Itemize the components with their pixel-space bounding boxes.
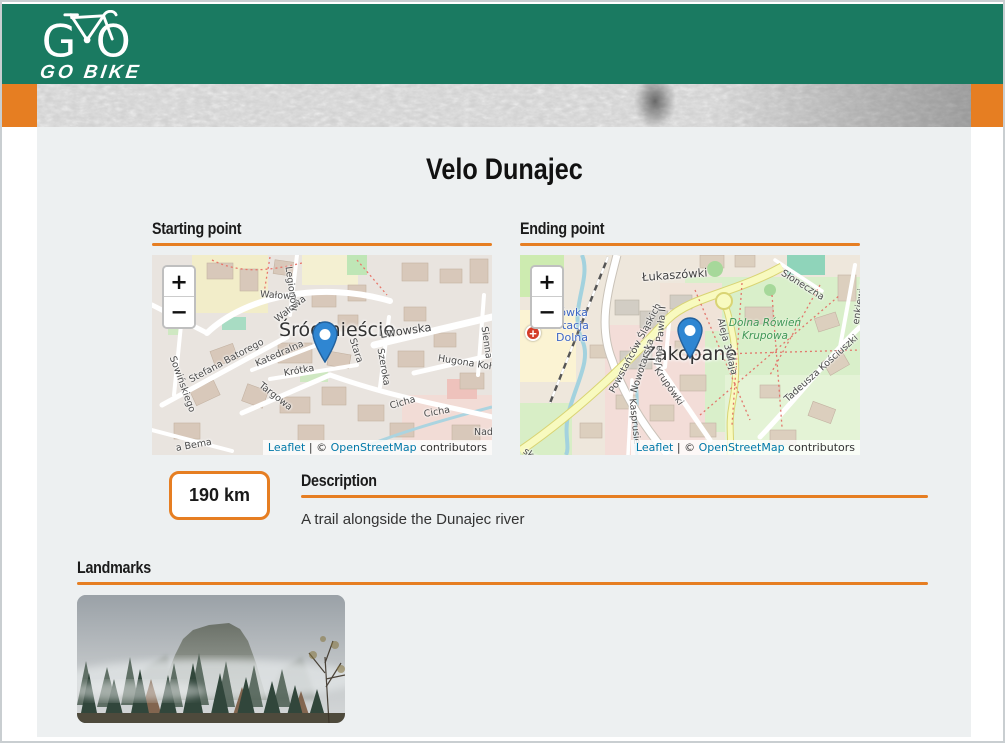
osm-link[interactable]: OpenStreetMap [331,441,417,454]
map-marker-icon[interactable] [312,321,338,368]
copyright-symbol: © [684,441,695,454]
zoom-in-button[interactable]: + [532,267,562,297]
attribution-separator: | [309,441,313,454]
starting-point-section: Starting point [152,219,492,455]
road-texture-banner [37,84,971,127]
osm-link[interactable]: OpenStreetMap [699,441,785,454]
app-header: G O GO BIKE [2,4,1003,84]
map-attribution: Leaflet | © OpenStreetMap contributors [263,440,492,455]
banner-dark-edge [711,84,971,127]
heading-rule [152,243,492,246]
landmarks-section: Landmarks [77,558,928,723]
ending-point-section: Ending point [520,219,860,455]
page-title: Velo Dunajec [426,153,583,187]
map-marker-icon[interactable] [677,317,703,364]
description-heading: Description [301,471,377,491]
distance-badge: 190 km [169,471,270,520]
description-text: A trail alongside the Dunajec river [301,511,928,528]
app-window: G O GO BIKE [0,0,1005,743]
landmark-photo [77,595,345,723]
svg-text:O: O [96,16,131,66]
leaflet-link[interactable]: Leaflet [636,441,673,454]
map-zoom-control: + − [162,265,196,329]
zoom-out-button[interactable]: − [164,297,194,327]
starting-point-map[interactable]: Śródmieście Wałowa Wałowa Lwowska Szerok… [152,255,492,455]
banner-strip [2,84,1003,127]
attribution-separator: | [677,441,681,454]
banner-accent-left [2,84,37,127]
route-details: 190 km Description A trail alongside the… [169,471,928,528]
banner-accent-right [971,84,1003,127]
banner-dark-smear [625,84,685,127]
heading-rule [520,243,860,246]
description-section: Description A trail alongside the Dunaje… [301,471,928,528]
brand-name: GO BIKE [38,62,151,84]
zoom-out-button[interactable]: − [532,297,562,327]
station-line: Dolna [556,331,588,344]
bicycle-icon: G O [40,10,140,66]
map-attribution: Leaflet | © OpenStreetMap contributors [631,440,860,455]
svg-text:G: G [42,16,76,66]
heading-rule [301,495,928,498]
ending-point-map[interactable]: łówka Stacja Dolna Zakopane Dolna Rówień… [520,255,860,455]
zoom-in-button[interactable]: + [164,267,194,297]
leaflet-link[interactable]: Leaflet [268,441,305,454]
landmarks-heading: Landmarks [77,558,151,578]
copyright-symbol: © [316,441,327,454]
go-bike-logo[interactable]: G O GO BIKE [40,10,150,84]
attribution-contributors: contributors [788,441,855,454]
street-label: Nadb [474,427,492,438]
ending-point-heading: Ending point [520,219,604,239]
attribution-contributors: contributors [420,441,487,454]
starting-point-heading: Starting point [152,219,241,239]
map-zoom-control: + − [530,265,564,329]
heading-rule [77,582,928,585]
main-content: Velo Dunajec Starting point [37,127,971,737]
